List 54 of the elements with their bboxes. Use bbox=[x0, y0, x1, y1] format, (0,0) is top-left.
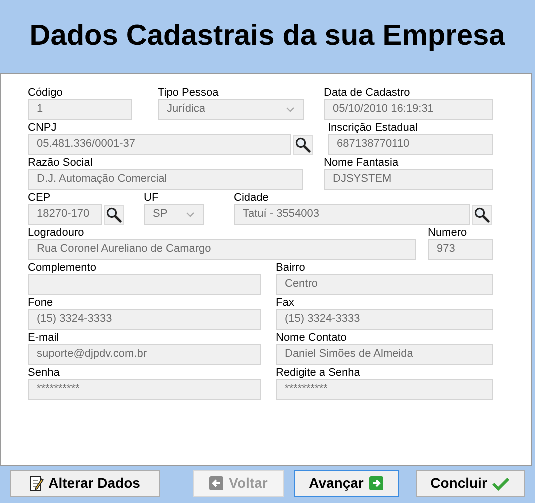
input-field[interactable]: suporte@djpdv.com.br bbox=[28, 344, 261, 365]
input-field[interactable]: DJSYSTEM bbox=[324, 169, 493, 190]
field-label: Numero bbox=[428, 227, 468, 239]
dropdown-field[interactable]: Jurídica bbox=[158, 99, 304, 120]
action-button[interactable]: Avançar bbox=[294, 470, 399, 497]
input-field[interactable] bbox=[28, 274, 261, 295]
input-field[interactable]: 973 bbox=[428, 239, 493, 260]
field-label: E-mail bbox=[28, 332, 60, 344]
input-field[interactable]: (15) 3324-3333 bbox=[276, 309, 493, 330]
field-label: Logradouro bbox=[28, 227, 86, 239]
field-label: CEP bbox=[28, 192, 52, 204]
input-field[interactable]: Daniel Simões de Almeida bbox=[276, 344, 493, 365]
input-field[interactable]: 1 bbox=[28, 99, 132, 120]
input-field[interactable]: 687138770110 bbox=[328, 134, 493, 155]
action-button[interactable]: Concluir bbox=[416, 470, 525, 497]
dropdown-field[interactable]: SP bbox=[144, 204, 204, 225]
input-field[interactable]: 05.481.336/0001-37 bbox=[28, 134, 291, 155]
input-field[interactable]: ********** bbox=[28, 379, 261, 400]
field-label: Data de Cadastro bbox=[324, 87, 412, 99]
input-field[interactable]: D.J. Automação Comercial bbox=[28, 169, 303, 190]
field-label: CNPJ bbox=[28, 122, 58, 134]
field-label: Complemento bbox=[28, 262, 98, 274]
chevron-down-icon bbox=[286, 106, 295, 112]
field-label: Tipo Pessoa bbox=[158, 87, 220, 99]
field-label: Fone bbox=[28, 297, 54, 309]
field-label: Nome Fantasia bbox=[324, 157, 400, 169]
search-button[interactable] bbox=[472, 204, 492, 224]
action-button[interactable]: Alterar Dados bbox=[10, 470, 160, 497]
input-field[interactable]: (15) 3324-3333 bbox=[28, 309, 261, 330]
input-field[interactable]: 18270-170 bbox=[28, 204, 102, 225]
field-label: Cidade bbox=[234, 192, 270, 204]
check-icon bbox=[492, 476, 510, 490]
search-button[interactable] bbox=[104, 204, 124, 224]
field-label: Fax bbox=[276, 297, 296, 309]
field-label: Código bbox=[28, 87, 64, 99]
input-field[interactable]: Centro bbox=[276, 274, 493, 295]
field-label: Razão Social bbox=[28, 157, 94, 169]
input-field[interactable]: Tatuí - 3554003 bbox=[234, 204, 470, 225]
input-field[interactable]: ********** bbox=[276, 379, 493, 400]
search-button[interactable] bbox=[293, 134, 313, 154]
field-label: Senha bbox=[28, 367, 61, 379]
field-label: Inscrição Estadual bbox=[328, 122, 419, 134]
search-icon bbox=[106, 206, 122, 222]
field-label: Bairro bbox=[276, 262, 306, 274]
chevron-down-icon bbox=[186, 212, 195, 218]
search-icon bbox=[295, 136, 311, 152]
field-label: UF bbox=[144, 192, 160, 204]
search-icon bbox=[474, 206, 490, 222]
edit-note-icon bbox=[30, 476, 44, 492]
field-label: Redigite a Senha bbox=[276, 367, 362, 379]
input-field[interactable]: 05/10/2010 16:19:31 bbox=[324, 99, 493, 120]
input-field[interactable]: Rua Coronel Aureliano de Camargo bbox=[28, 239, 416, 260]
page-title: Dados Cadastrais da sua Empresa bbox=[30, 18, 506, 54]
field-label: Nome Contato bbox=[276, 332, 348, 344]
